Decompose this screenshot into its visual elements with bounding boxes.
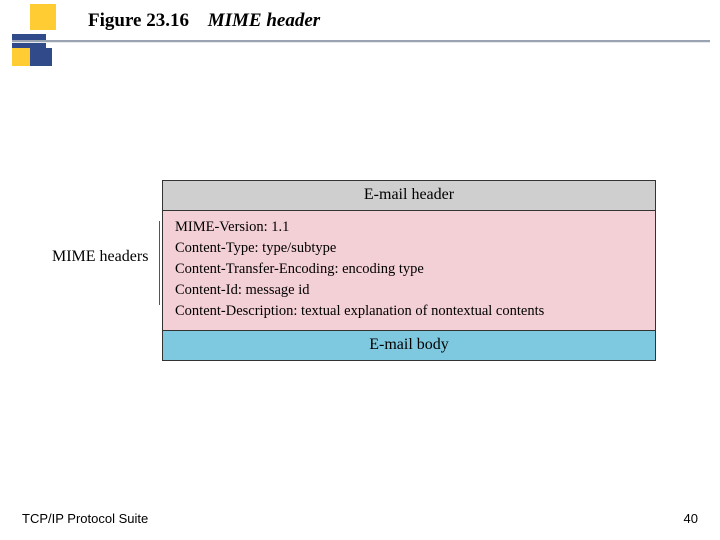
- title-rule-shadow: [12, 42, 710, 43]
- email-body-row: E-mail body: [163, 331, 655, 360]
- page-number: 40: [684, 511, 698, 526]
- figure-caption: MIME header: [208, 10, 320, 31]
- mime-line: Content-Transfer-Encoding: encoding type: [175, 259, 645, 280]
- footer-source: TCP/IP Protocol Suite: [22, 511, 148, 526]
- figure-number: Figure 23.16: [88, 10, 189, 31]
- figure-title: Figure 23.16 MIME header: [88, 10, 320, 32]
- mime-line: Content-Type: type/subtype: [175, 238, 645, 259]
- mime-diagram: E-mail header MIME-Version: 1.1 Content-…: [162, 180, 656, 361]
- mime-line: Content-Description: textual explanation…: [175, 301, 645, 322]
- mime-headers-label: MIME headers: [52, 248, 148, 266]
- slide-bullet-decor: [12, 4, 62, 64]
- mime-line: Content-Id: message id: [175, 280, 645, 301]
- brace-icon: [150, 213, 160, 313]
- email-header-row: E-mail header: [163, 181, 655, 211]
- mime-headers-row: MIME-Version: 1.1 Content-Type: type/sub…: [163, 211, 655, 331]
- mime-line: MIME-Version: 1.1: [175, 217, 645, 238]
